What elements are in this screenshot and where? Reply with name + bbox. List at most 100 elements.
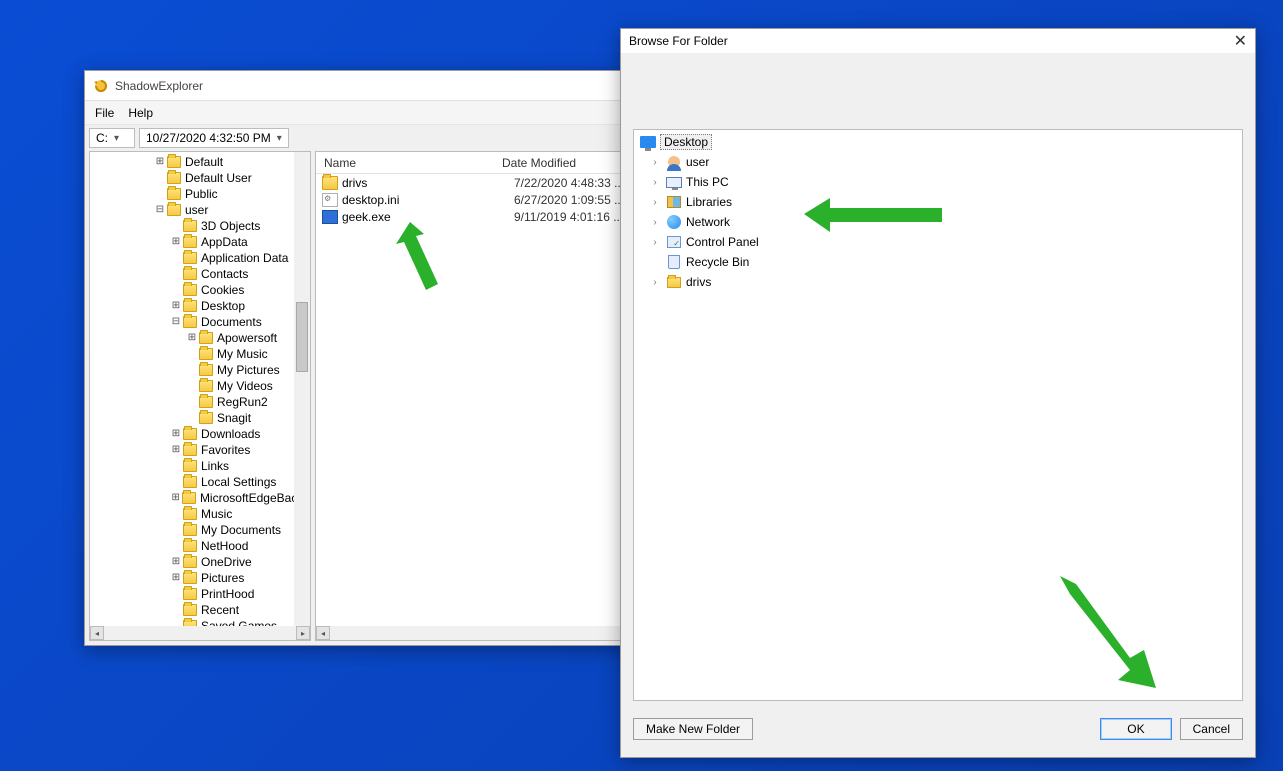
column-name[interactable]: Name [316,156,494,170]
collapse-icon[interactable]: ⊟ [170,314,182,330]
cancel-button[interactable]: Cancel [1180,718,1243,740]
make-new-folder-button[interactable]: Make New Folder [633,718,753,740]
tree-item[interactable]: Snagit [92,410,310,426]
tree-item[interactable]: Recent [92,602,310,618]
folder-icon [183,444,197,456]
folder-icon [199,364,213,376]
tree-item-label: Saved Games [201,618,277,626]
tree-item[interactable]: My Music [92,346,310,362]
tree-item[interactable]: 3D Objects [92,218,310,234]
tree-item[interactable]: Cookies [92,282,310,298]
tree-item[interactable]: ⊞Apowersoft [92,330,310,346]
tree-item-label: OneDrive [201,554,252,570]
tree-item-label: user [185,202,208,218]
folder-icon [183,476,197,488]
dialog-titlebar[interactable]: Browse For Folder ✕ [621,29,1255,53]
tree-item[interactable]: Application Data [92,250,310,266]
scrollbar-thumb[interactable] [296,302,308,372]
expand-icon[interactable]: ⊞ [186,330,198,346]
chevron-right-icon[interactable]: › [648,197,662,208]
collapse-icon[interactable]: ⊟ [154,202,166,218]
folder-icon [183,300,197,312]
tree-item[interactable]: ⊟ user [92,202,310,218]
close-icon[interactable]: ✕ [1234,31,1247,51]
tree-item[interactable]: ⊞Desktop [92,298,310,314]
tree-item[interactable]: RegRun2 [92,394,310,410]
tree-item-label: Favorites [201,442,250,458]
folder-picker-item[interactable]: › Control Panel [636,232,1240,252]
expand-icon[interactable]: ⊞ [170,234,182,250]
folder-picker-item[interactable]: Recycle Bin [636,252,1240,272]
expand-icon[interactable]: ⊞ [170,442,182,458]
folder-icon [183,252,197,264]
chevron-right-icon[interactable]: › [648,237,662,248]
folder-icon [182,492,195,504]
tree-item[interactable]: NetHood [92,538,310,554]
ok-button[interactable]: OK [1100,718,1171,740]
folder-picker-item[interactable]: ›Libraries [636,192,1240,212]
tree-item[interactable]: My Documents [92,522,310,538]
menu-help[interactable]: Help [128,106,153,120]
chevron-down-icon: ▾ [277,133,282,144]
tree-item[interactable]: ⊞ Favorites [92,442,310,458]
folder-picker-tree[interactable]: Desktop›user›This PC›Libraries›Network›C… [633,129,1243,701]
snapshot-select[interactable]: 10/27/2020 4:32:50 PM ▾ [139,128,289,148]
expand-icon[interactable]: ⊞ [170,426,182,442]
tree-item[interactable]: Public [92,186,310,202]
scrollbar-horizontal[interactable]: ◂ ▸ [90,626,310,640]
drive-select[interactable]: C: ▾ [89,128,135,148]
chevron-right-icon[interactable]: › [648,157,662,168]
chevron-right-icon[interactable]: › [648,217,662,228]
tree-item-label: Snagit [217,410,251,426]
tree-item-label: Music [201,506,232,522]
tree-item[interactable]: ⊞Downloads [92,426,310,442]
tree-item-label: AppData [201,234,248,250]
dialog-title: Browse For Folder [629,34,728,48]
tree-item[interactable]: My Videos [92,378,310,394]
tree-item[interactable]: ⊟Documents [92,314,310,330]
tree-item[interactable]: Local Settings [92,474,310,490]
tree-item[interactable]: Music [92,506,310,522]
lib-icon [666,194,682,210]
scroll-left-icon[interactable]: ◂ [316,626,330,640]
folder-icon [183,540,197,552]
tree-item[interactable]: My Pictures [92,362,310,378]
tree-item[interactable]: ⊞ AppData [92,234,310,250]
tree-item[interactable]: ⊞Default [92,154,310,170]
folder-picker-item[interactable]: ›Network [636,212,1240,232]
chevron-right-icon[interactable]: › [648,177,662,188]
tree-item[interactable]: ⊞MicrosoftEdgeBacku [92,490,310,506]
tree-item-label: PrintHood [201,586,254,602]
folder-icon [167,156,181,168]
folder-icon [183,220,197,232]
tree-item[interactable]: Default User [92,170,310,186]
menu-file[interactable]: File [95,106,114,120]
tree-item[interactable]: PrintHood [92,586,310,602]
tree-item[interactable]: Saved Games [92,618,310,626]
folder-picker-item[interactable]: ›user [636,152,1240,172]
folder-picker-item[interactable]: Desktop [636,132,1240,152]
folder-picker-item[interactable]: ›This PC [636,172,1240,192]
scroll-left-icon[interactable]: ◂ [90,626,104,640]
tree-item[interactable]: Links [92,458,310,474]
folder-icon [167,172,181,184]
scrollbar-vertical[interactable] [294,152,310,626]
expand-icon[interactable]: ⊞ [170,490,181,506]
application-icon [322,210,338,224]
folder-picker-item[interactable]: ›drivs [636,272,1240,292]
tree-item-label: My Videos [217,378,273,394]
expand-icon[interactable]: ⊞ [170,298,182,314]
tree-item[interactable]: ⊞ OneDrive [92,554,310,570]
expand-icon[interactable]: ⊞ [154,154,166,170]
chevron-right-icon[interactable]: › [648,277,662,288]
expand-icon[interactable]: ⊞ [170,554,182,570]
folder-icon [199,332,213,344]
folder-tree[interactable]: ⊞DefaultDefault UserPublic⊟user3D Object… [90,152,310,626]
folder-icon [183,236,197,248]
tree-item[interactable]: Contacts [92,266,310,282]
expand-icon[interactable]: ⊞ [170,570,182,586]
scroll-right-icon[interactable]: ▸ [296,626,310,640]
folder-icon [167,188,181,200]
folder-picker-label: Control Panel [686,235,759,249]
tree-item[interactable]: ⊞Pictures [92,570,310,586]
